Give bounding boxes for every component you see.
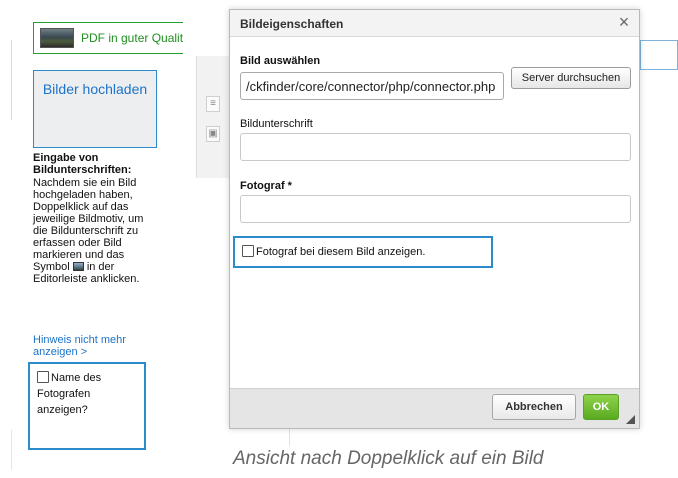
- show-photographer-checkbox[interactable]: [242, 245, 254, 257]
- pdf-link-label: PDF in guter Qualitä: [81, 31, 183, 45]
- ok-button[interactable]: OK: [583, 394, 619, 420]
- editor-toolbar: ≡ ▣: [196, 56, 232, 178]
- pdf-link[interactable]: PDF in guter Qualitä: [33, 22, 183, 54]
- resize-handle-icon[interactable]: [626, 415, 635, 424]
- caption-input[interactable]: [240, 133, 631, 161]
- help-title: Eingabe von Bildunterschriften:: [33, 152, 132, 176]
- image-url-input[interactable]: [240, 72, 504, 100]
- close-icon[interactable]: ×: [616, 13, 632, 31]
- show-photographer-box: Fotograf bei diesem Bild anzeigen.: [233, 236, 493, 268]
- figure-caption: Ansicht nach Doppelklick auf ein Bild: [233, 448, 544, 469]
- photographer-input[interactable]: [240, 195, 631, 223]
- photographer-label: Fotograf *: [240, 180, 292, 192]
- background-input[interactable]: [640, 40, 678, 70]
- help-text: Nachdem sie ein Bild hochgeladen haben, …: [33, 177, 159, 285]
- image-properties-icon[interactable]: ▣: [206, 126, 220, 142]
- image-properties-dialog: Bildeigenschaften × Bild auswählen Serve…: [229, 9, 640, 429]
- photographer-name-checkbox-box: Name des Fotografen anzeigen?: [28, 362, 146, 450]
- show-photographer-label: Fotograf bei diesem Bild anzeigen.: [256, 246, 426, 258]
- dialog-footer: Abbrechen OK: [230, 388, 639, 428]
- align-icon[interactable]: ≡: [206, 96, 220, 112]
- sidebar-divider: [11, 40, 12, 120]
- dialog-title: Bildeigenschaften: [240, 17, 344, 31]
- dialog-header: Bildeigenschaften ×: [230, 10, 639, 37]
- sidebar-divider-bottom: [11, 430, 12, 470]
- image-icon: [72, 262, 84, 271]
- browse-server-button[interactable]: Server durchsuchen: [511, 67, 631, 89]
- caption-label: Bildunterschrift: [240, 118, 313, 130]
- cancel-button[interactable]: Abbrechen: [492, 394, 576, 420]
- select-image-label: Bild auswählen: [240, 55, 321, 67]
- pdf-thumbnail-icon: [40, 28, 74, 48]
- help-text-part1: Nachdem sie ein Bild hochgeladen haben, …: [33, 177, 144, 273]
- upload-images-button[interactable]: Bilder hochladen: [33, 70, 157, 148]
- photographer-name-checkbox[interactable]: [37, 371, 49, 383]
- upload-images-label: Bilder hochladen: [42, 81, 148, 97]
- dismiss-hint-link[interactable]: Hinweis nicht mehr anzeigen >: [33, 334, 159, 358]
- background-divider: [289, 426, 290, 446]
